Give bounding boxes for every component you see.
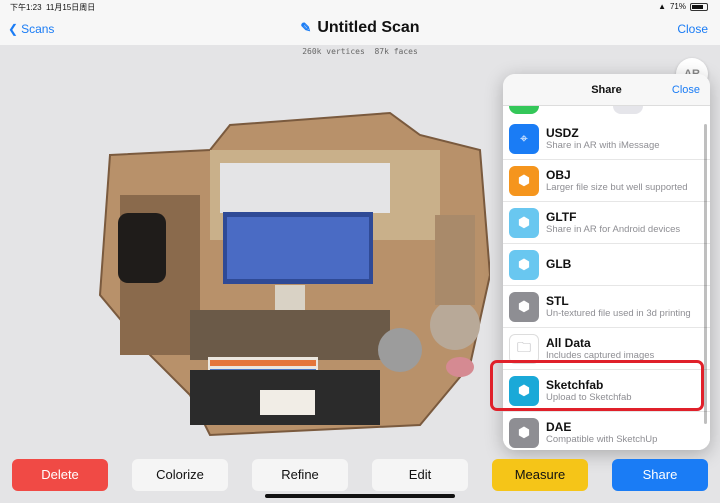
toggle-switch-off[interactable] bbox=[613, 106, 643, 114]
scan-model[interactable] bbox=[90, 95, 490, 455]
measure-button[interactable]: Measure bbox=[492, 459, 588, 491]
share-item-obj[interactable]: ⬢ OBJ Larger file size but well supported bbox=[503, 160, 710, 202]
share-sheet-header: Share Close bbox=[503, 74, 710, 106]
delete-button[interactable]: Delete bbox=[12, 459, 108, 491]
status-bar: 下午1:23 11月15日周日 ▲ 71% bbox=[0, 0, 720, 14]
share-item-stl[interactable]: ⬢ STL Un-textured file used in 3d printin… bbox=[503, 286, 710, 328]
folder-icon: 🗀 bbox=[509, 333, 539, 364]
pencil-icon: ✎ bbox=[300, 20, 312, 35]
cube-icon: ⬢ bbox=[509, 291, 539, 322]
status-time: 下午1:23 11月15日周日 bbox=[10, 3, 96, 12]
share-item-subtitle: Share in AR with iMessage bbox=[546, 140, 660, 151]
navigation-bar: ❮ Scans ✎ Untitled Scan Close bbox=[0, 14, 720, 45]
share-item-subtitle: Share in AR for Android devices bbox=[546, 224, 681, 235]
page-title[interactable]: ✎ Untitled Scan bbox=[0, 19, 720, 37]
share-item-title: USDZ bbox=[546, 125, 579, 140]
share-item-subtitle: Compatible with SketchUp bbox=[546, 434, 658, 445]
close-button[interactable]: Close bbox=[677, 22, 708, 36]
battery-icon bbox=[690, 2, 708, 11]
share-item-title: DAE bbox=[546, 419, 572, 434]
sketchfab-highlight-box bbox=[490, 360, 704, 411]
share-sheet-scrollbar[interactable] bbox=[704, 124, 707, 424]
toggle-row bbox=[503, 106, 710, 118]
ar-target-icon: ⌖ bbox=[509, 123, 539, 154]
share-sheet-close-button[interactable]: Close bbox=[672, 84, 700, 96]
share-item-title: GLTF bbox=[546, 209, 577, 224]
mesh-stats: 260k vertices 87k faces bbox=[302, 47, 418, 56]
share-item-subtitle: Un-textured file used in 3d printing bbox=[546, 308, 691, 319]
status-indicators: ▲ 71% bbox=[658, 2, 708, 11]
edit-button[interactable]: Edit bbox=[372, 459, 468, 491]
cube-icon: ⬢ bbox=[509, 249, 539, 280]
share-item-title: OBJ bbox=[546, 167, 571, 182]
home-indicator bbox=[265, 494, 455, 498]
cube-icon: ⬢ bbox=[509, 165, 539, 196]
share-item-gltf[interactable]: ⬢ GLTF Share in AR for Android devices bbox=[503, 202, 710, 244]
share-button[interactable]: Share bbox=[612, 459, 708, 491]
wifi-icon: ▲ bbox=[658, 2, 666, 11]
battery-percent: 71% bbox=[669, 2, 686, 11]
share-item-title: All Data bbox=[546, 335, 591, 350]
toggle-switch-on[interactable] bbox=[509, 106, 539, 114]
share-item-usdz[interactable]: ⌖ USDZ Share in AR with iMessage bbox=[503, 118, 710, 160]
share-item-title: STL bbox=[546, 293, 569, 308]
refine-button[interactable]: Refine bbox=[252, 459, 348, 491]
share-item-dae[interactable]: ⬢ DAE Compatible with SketchUp bbox=[503, 412, 710, 450]
share-item-glb[interactable]: ⬢ GLB bbox=[503, 244, 710, 286]
cube-icon: ⬢ bbox=[509, 207, 539, 238]
share-item-title: GLB bbox=[546, 257, 572, 272]
share-item-subtitle: Larger file size but well supported bbox=[546, 182, 688, 193]
colorize-button[interactable]: Colorize bbox=[132, 459, 228, 491]
cube-icon: ⬢ bbox=[509, 417, 539, 448]
